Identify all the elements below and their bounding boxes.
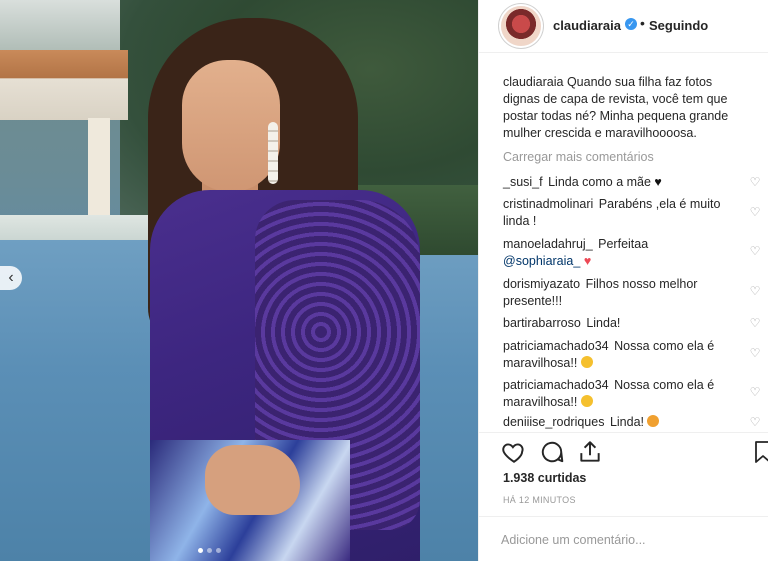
caption-username[interactable]: claudiaraia bbox=[503, 75, 563, 89]
comment-text: Perfeitaa bbox=[598, 237, 649, 251]
comment-username[interactable]: _susi_f bbox=[503, 175, 543, 189]
share-icon[interactable] bbox=[577, 439, 603, 465]
header-username[interactable]: claudiaraia bbox=[553, 18, 621, 33]
header-separator: • bbox=[640, 15, 645, 31]
comment-item: manoeladahruj_ Perfeitaa @sophiaraia_ ♥ bbox=[503, 236, 739, 270]
comment-username[interactable]: patriciamachado34 bbox=[503, 339, 609, 353]
comment-text: Linda como a mãe bbox=[548, 175, 651, 189]
comment-item: bartirabarroso Linda! bbox=[503, 315, 739, 332]
comment-item: patriciamachado34 Nossa como ela é marav… bbox=[503, 377, 739, 411]
photo-earring bbox=[268, 122, 278, 184]
carousel-dot bbox=[216, 548, 221, 553]
photo-hand bbox=[205, 445, 300, 515]
clap-emoji bbox=[580, 356, 593, 368]
comment-item: deniiise_rodriques Linda! bbox=[503, 414, 739, 431]
post-actions bbox=[479, 432, 768, 473]
comment-username[interactable]: dorismiyazato bbox=[503, 277, 580, 291]
post-panel: claudiaraia ✓ • Seguindo claudiaraia Qua… bbox=[478, 0, 768, 561]
comment-username[interactable]: deniiise_rodriques bbox=[503, 415, 604, 429]
photo-pergola bbox=[0, 50, 128, 120]
bookmark-icon[interactable] bbox=[755, 439, 768, 465]
like-comment-heart-icon[interactable]: ♡ bbox=[749, 285, 761, 297]
red-heart-emoji: ♥ bbox=[583, 254, 592, 268]
post-caption: claudiaraia Quando sua filha faz fotos d… bbox=[503, 74, 743, 142]
post-header: claudiaraia ✓ • Seguindo bbox=[479, 0, 768, 53]
clap-emoji bbox=[580, 395, 593, 407]
comment-item: patriciamachado34 Nossa como ela é marav… bbox=[503, 338, 739, 372]
comment-username[interactable]: cristinadmolinari bbox=[503, 197, 593, 211]
like-comment-heart-icon[interactable]: ♡ bbox=[749, 317, 761, 329]
carousel-dot bbox=[207, 548, 212, 553]
add-comment-bar bbox=[479, 516, 768, 562]
like-comment-heart-icon[interactable]: ♡ bbox=[749, 416, 761, 428]
comment-username[interactable]: patriciamachado34 bbox=[503, 378, 609, 392]
like-comment-heart-icon[interactable]: ♡ bbox=[749, 386, 761, 398]
verified-badge-icon: ✓ bbox=[625, 18, 637, 30]
heart-eyes-emoji bbox=[647, 415, 660, 427]
comment-item: dorismiyazato Filhos nosso melhor presen… bbox=[503, 276, 739, 310]
post-photo[interactable]: ‹ bbox=[0, 0, 478, 561]
load-more-comments-button[interactable]: Carregar mais comentários bbox=[503, 150, 654, 164]
post-timestamp: HÁ 12 MINUTOS bbox=[503, 495, 576, 505]
like-comment-heart-icon[interactable]: ♡ bbox=[749, 245, 761, 257]
comment-username[interactable]: bartirabarroso bbox=[503, 316, 581, 330]
comment-input[interactable] bbox=[501, 529, 741, 551]
likes-count[interactable]: 1.938 curtidas bbox=[503, 471, 586, 485]
comment-icon[interactable] bbox=[539, 439, 565, 465]
following-button[interactable]: Seguindo bbox=[649, 18, 708, 33]
comment-item: _susi_f Linda como a mãe ♥ bbox=[503, 174, 739, 191]
carousel-dot bbox=[198, 548, 203, 553]
like-comment-heart-icon[interactable]: ♡ bbox=[749, 347, 761, 359]
black-heart-emoji: ♥ bbox=[654, 175, 662, 189]
comment-text: Linda! bbox=[586, 316, 621, 330]
like-comment-heart-icon[interactable]: ♡ bbox=[749, 176, 761, 188]
carousel-dots bbox=[198, 548, 221, 553]
photo-face bbox=[182, 60, 280, 192]
photo-pillar bbox=[88, 118, 110, 228]
like-comment-heart-icon[interactable]: ♡ bbox=[749, 206, 761, 218]
heart-icon[interactable] bbox=[501, 439, 527, 465]
comment-item: cristinadmolinari Parabéns ,ela é muito … bbox=[503, 196, 739, 230]
comment-username[interactable]: manoeladahruj_ bbox=[503, 237, 593, 251]
comment-mention[interactable]: @sophiaraia_ bbox=[503, 254, 580, 268]
avatar[interactable] bbox=[501, 6, 541, 46]
comment-text: Linda! bbox=[609, 415, 644, 429]
